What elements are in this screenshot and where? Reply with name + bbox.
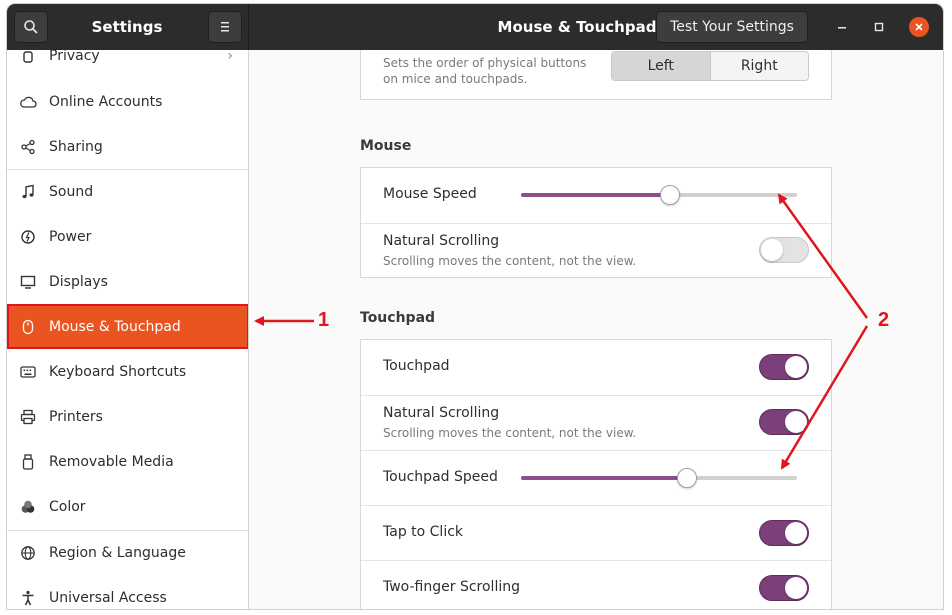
touchpad-speed-handle[interactable] [677, 468, 697, 488]
sidebar-item-universal-access[interactable]: Universal Access [7, 575, 248, 609]
sidebar-item-label: Universal Access [49, 589, 167, 606]
touchpad-card: Touchpad Natural Scrolling Scrolling mov… [360, 339, 832, 609]
primary-button-description: Sets the order of physical buttons [383, 56, 587, 70]
general-card: Sets the order of physical buttons on mi… [360, 50, 832, 100]
sidebar-item-privacy[interactable]: Privacy › [7, 50, 248, 78]
touchpad-speed-slider[interactable] [521, 468, 797, 488]
sidebar-item-label: Region & Language [49, 545, 186, 561]
music-note-icon [19, 183, 37, 201]
sidebar-item-label: Online Accounts [49, 93, 163, 110]
close-icon [915, 23, 923, 31]
sidebar-item-label: Sharing [49, 138, 103, 155]
search-button[interactable] [14, 11, 48, 43]
touchpad-natural-scrolling-label: Natural Scrolling [383, 405, 500, 421]
menu-button[interactable] [208, 11, 242, 43]
sidebar-item-label: Keyboard Shortcuts [49, 363, 187, 380]
mouse-speed-fill [521, 193, 670, 197]
header-bar: Settings Mouse & Touchpad Test Your Sett… [7, 4, 943, 50]
touchpad-toggle[interactable] [759, 354, 809, 380]
mouse-natural-scrolling-desc: Scrolling moves the content, not the vie… [383, 254, 637, 268]
sidebar-item-mouse-touchpad[interactable]: Mouse & Touchpad [7, 304, 248, 349]
primary-button-description-2: on mice and touchpads. [383, 72, 528, 86]
tap-to-click-label: Tap to Click [383, 524, 464, 540]
touchpad-speed-fill [521, 476, 687, 480]
printer-icon [19, 408, 37, 426]
sidebar-item-label: Removable Media [49, 453, 174, 470]
sidebar-item-region-language[interactable]: Region & Language [7, 530, 248, 575]
mouse-natural-scrolling-toggle[interactable] [759, 237, 809, 263]
primary-button-left[interactable]: Left [612, 52, 710, 80]
two-finger-scrolling-toggle[interactable] [759, 575, 809, 601]
sidebar-item-keyboard-shortcuts[interactable]: Keyboard Shortcuts [7, 349, 248, 394]
annotation-label-1: 1 [318, 309, 330, 331]
sidebar-item-label: Color [49, 498, 86, 515]
sidebar-title: Settings [91, 18, 163, 36]
two-finger-scrolling-row: Two-finger Scrolling [361, 560, 831, 609]
maximize-button[interactable] [869, 17, 889, 37]
primary-button-right[interactable]: Right [709, 52, 808, 80]
close-button[interactable] [909, 17, 929, 37]
touchpad-natural-scrolling-row: Natural Scrolling Scrolling moves the co… [361, 395, 831, 450]
sidebar-item-color[interactable]: Color [7, 484, 248, 529]
minimize-icon [838, 27, 846, 29]
display-icon [19, 273, 37, 291]
mouse-speed-row: Mouse Speed [361, 168, 831, 223]
mouse-touchpad-panel: Sets the order of physical buttons on mi… [250, 50, 943, 609]
maximize-icon [874, 22, 884, 32]
search-icon [24, 20, 38, 34]
sidebar-item-printers[interactable]: Printers [7, 394, 248, 439]
mouse-icon [19, 318, 37, 336]
cloud-icon [19, 93, 37, 111]
sidebar-item-label: Printers [49, 408, 103, 425]
chevron-right-icon: › [227, 50, 233, 64]
sidebar-header: Settings [7, 4, 249, 50]
primary-button-selector: Left Right [611, 51, 809, 81]
settings-window: Settings Mouse & Touchpad Test Your Sett… [7, 4, 943, 609]
sidebar-item-label: Power [49, 228, 92, 245]
panel-title: Mouse & Touchpad [497, 18, 657, 36]
color-icon [19, 498, 37, 516]
sidebar-item-removable-media[interactable]: Removable Media [7, 439, 248, 484]
touchpad-row: Touchpad [361, 340, 831, 395]
mouse-speed-handle[interactable] [660, 185, 680, 205]
power-icon [19, 228, 37, 246]
share-icon [19, 138, 37, 156]
keyboard-icon [19, 363, 37, 381]
mouse-speed-label: Mouse Speed [383, 186, 477, 202]
touchpad-speed-row: Touchpad Speed [361, 450, 831, 505]
sidebar-item-power[interactable]: Power [7, 214, 248, 259]
usb-icon [19, 453, 37, 471]
touchpad-natural-scrolling-desc: Scrolling moves the content, not the vie… [383, 426, 637, 440]
tap-to-click-toggle[interactable] [759, 520, 809, 546]
tap-to-click-row: Tap to Click [361, 505, 831, 560]
mouse-speed-slider[interactable] [521, 185, 797, 205]
touchpad-section-title: Touchpad [360, 310, 436, 326]
touchpad-label: Touchpad [383, 358, 450, 374]
touchpad-speed-label: Touchpad Speed [383, 469, 498, 485]
sidebar-item-displays[interactable]: Displays [7, 259, 248, 304]
minimize-button[interactable] [832, 17, 852, 37]
annotation-label-2: 2 [878, 309, 890, 331]
menu-icon [221, 22, 229, 32]
sidebar-item-sound[interactable]: Sound [7, 169, 248, 214]
settings-sidebar: Privacy › Online Accounts Sharing Sound … [7, 50, 249, 609]
sidebar-item-label: Mouse & Touchpad [49, 318, 181, 335]
sidebar-item-online-accounts[interactable]: Online Accounts [7, 79, 248, 124]
two-finger-scrolling-label: Two-finger Scrolling [383, 579, 520, 595]
mouse-card: Mouse Speed Natural Scrolling Scrolling … [360, 167, 832, 278]
touchpad-natural-scrolling-toggle[interactable] [759, 409, 809, 435]
mouse-section-title: Mouse [360, 138, 412, 154]
accessibility-icon [19, 589, 37, 607]
sidebar-item-label: Displays [49, 273, 108, 290]
hand-icon [19, 50, 37, 65]
globe-icon [19, 544, 37, 562]
mouse-natural-scrolling-row: Natural Scrolling Scrolling moves the co… [361, 223, 831, 278]
sidebar-item-label: Privacy [49, 50, 100, 64]
sidebar-item-sharing[interactable]: Sharing [7, 124, 248, 169]
mouse-natural-scrolling-label: Natural Scrolling [383, 233, 500, 249]
test-settings-button[interactable]: Test Your Settings [656, 11, 808, 43]
sidebar-item-label: Sound [49, 184, 94, 200]
